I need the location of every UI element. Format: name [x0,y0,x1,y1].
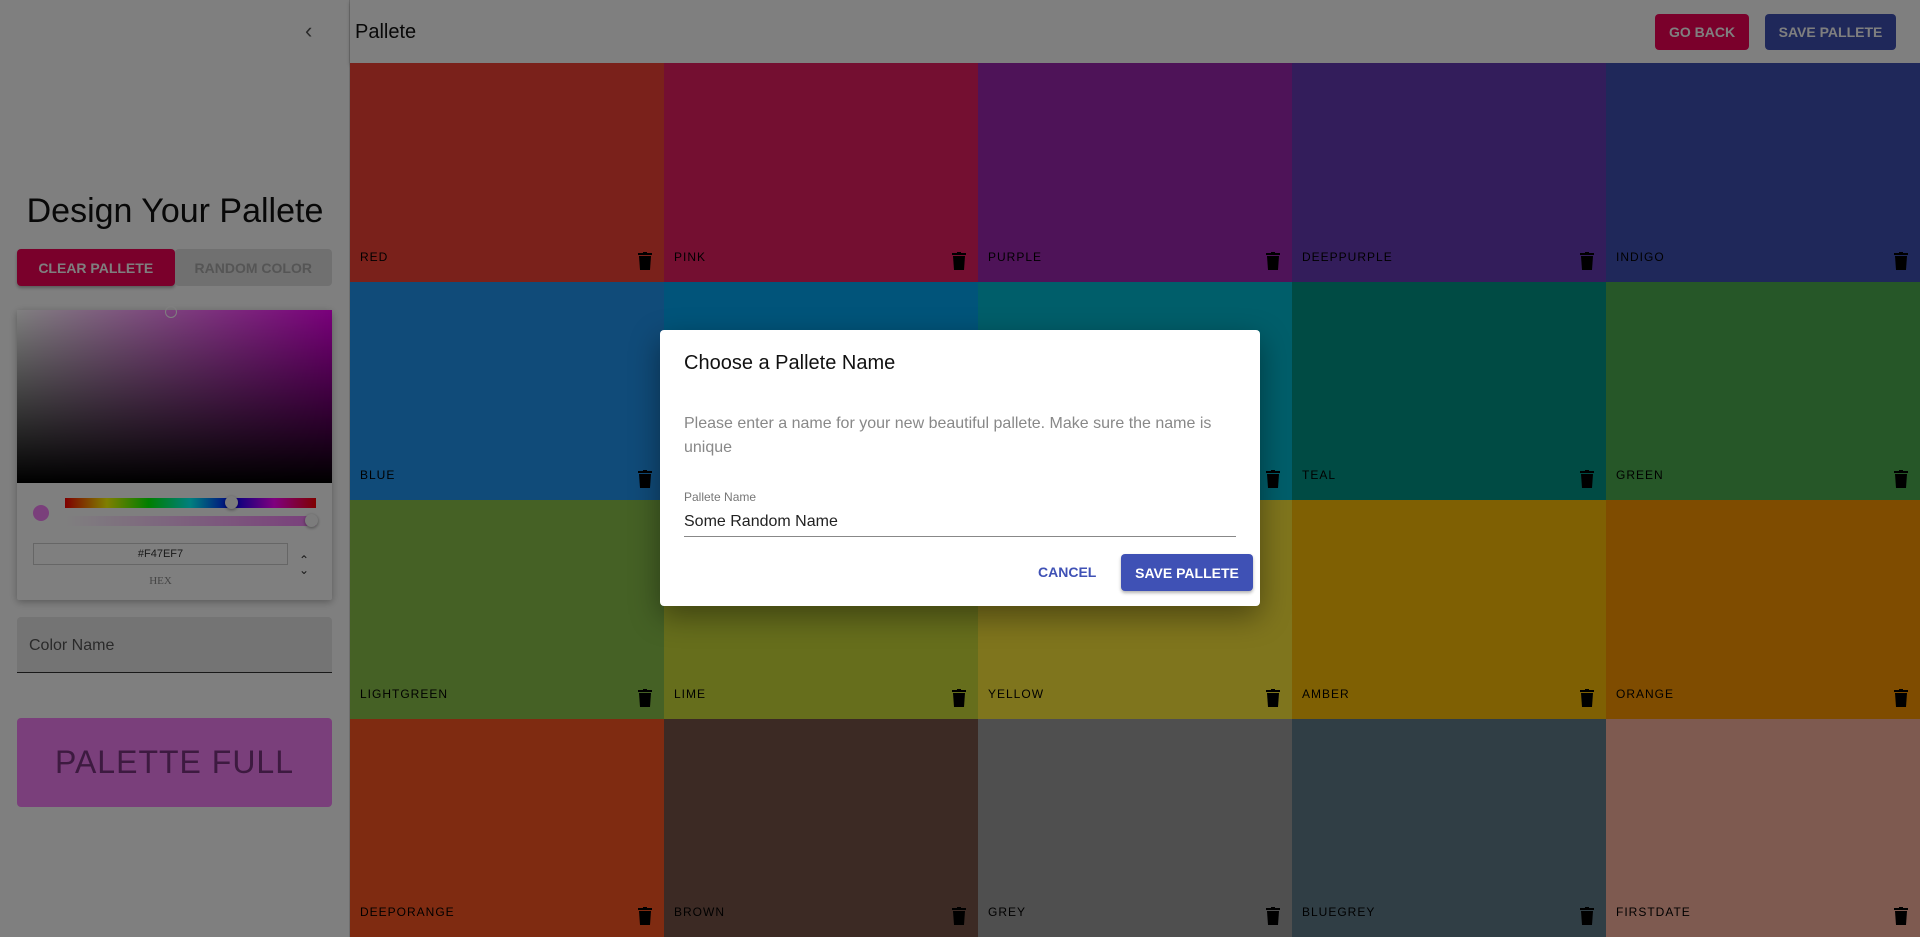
cancel-button[interactable]: CANCEL [1038,564,1096,580]
save-palette-dialog: Choose a Pallete Name Please enter a nam… [660,330,1260,606]
dialog-text: Please enter a name for your new beautif… [684,415,1212,456]
palette-name-input[interactable] [684,507,1236,537]
dialog-save-button[interactable]: SAVE PALLETE [1121,554,1253,591]
dialog-title: Choose a Pallete Name [684,352,896,374]
palette-name-label: Pallete Name [684,490,757,504]
